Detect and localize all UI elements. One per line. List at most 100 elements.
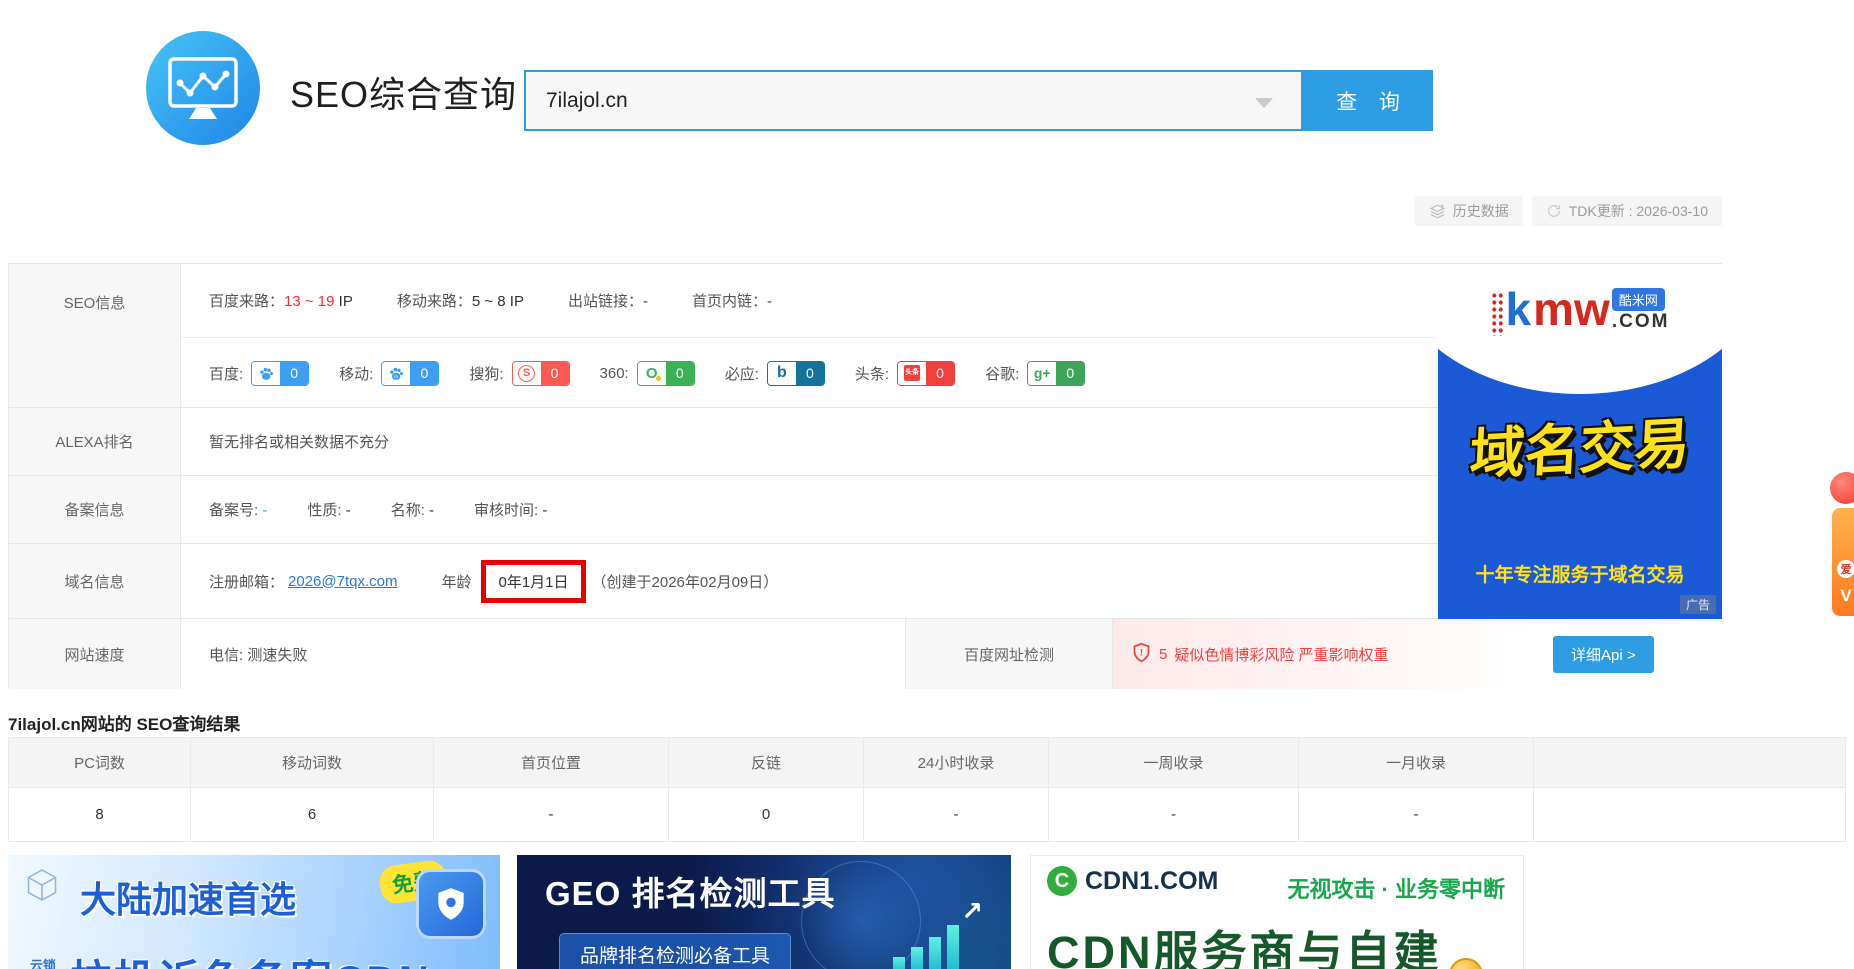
- engine-toutiao: 头条: 头条 0: [855, 361, 955, 386]
- toolbar: 历史数据 TDK更新 : 2026-03-10: [8, 196, 1722, 226]
- val-backlinks: 0: [669, 788, 864, 841]
- 360-index-badge[interactable]: O 0: [637, 361, 695, 386]
- age-label: 年龄: [441, 571, 471, 592]
- risk-count: 5: [1159, 646, 1167, 663]
- baidu-url-check-cell: 百度网址检测: [906, 619, 1113, 689]
- baidu-mobile-index-badge[interactable]: m 0: [381, 361, 439, 386]
- email-label: 注册邮箱：: [209, 571, 284, 592]
- history-data-button[interactable]: 历史数据: [1415, 196, 1523, 226]
- search-box: [524, 70, 1303, 131]
- col-mobile-words: 移动词数: [191, 738, 434, 787]
- icp-row: 备案号: - 性质: - 名称: - 审核时间: -: [181, 476, 1438, 544]
- search-input[interactable]: [526, 72, 1301, 129]
- results-header-row: PC词数 移动词数 首页位置 反链 24小时收录 一周收录 一月收录: [9, 738, 1845, 788]
- geo-rank-tool-banner[interactable]: GEO 排名检测工具 品牌排名检测必备工具 ↗: [517, 855, 1011, 969]
- ad-tagline: 十年专注服务于域名交易: [1438, 560, 1722, 587]
- floater-body: 爱 V: [1832, 508, 1854, 616]
- layers-icon: [1429, 203, 1446, 220]
- registrant-email-link[interactable]: 2026@7tqx.com: [288, 573, 397, 590]
- col-pc-words: PC词数: [9, 738, 191, 787]
- engine-google: 谷歌: g+ 0: [985, 361, 1085, 386]
- toutiao-icon: 头条: [898, 362, 926, 385]
- baidu-index-badge[interactable]: 0: [251, 361, 309, 386]
- 360-icon: O: [638, 362, 666, 385]
- engine-index-line: 百度: 0 移动: m 0: [181, 338, 1438, 408]
- val-24h-index: -: [864, 788, 1049, 841]
- engine-baidu-mobile: 移动: m 0: [339, 361, 439, 386]
- floater-badge: 爱: [1837, 560, 1854, 578]
- col-backlinks: 反链: [669, 738, 864, 787]
- kmw-dots-decoration: [1491, 292, 1504, 336]
- svg-text:m: m: [394, 375, 398, 380]
- promo-floater[interactable]: 爱 V: [1824, 472, 1854, 616]
- icp-review-time: 审核时间: -: [474, 499, 547, 520]
- bing-icon: b: [768, 362, 796, 385]
- results-heading: 7ilajol.cn网站的 SEO查询结果: [8, 710, 240, 735]
- header-filler: [1534, 738, 1845, 787]
- seo-info-row: 百度来路：13 ~ 19 IP 移动来路：5 ~ 8 IP 出站链接：- 首页内…: [181, 264, 1438, 408]
- domain-row: 注册邮箱： 2026@7tqx.com 年龄 0年1月1日 （创建于2026年0…: [181, 544, 1438, 619]
- baidu-mobile-paw-icon: m: [382, 362, 410, 385]
- seo-query-page: SEO综合查询 查 询 历史数据 TDK更新 : 2026-03-10: [0, 0, 1854, 969]
- val-month-index: -: [1299, 788, 1534, 841]
- coin-decoration: [1449, 958, 1483, 969]
- engine-360: 360: O 0: [600, 361, 695, 386]
- shield-warning-icon: !: [1131, 642, 1152, 667]
- domain-age-highlight: 0年1月1日: [481, 560, 585, 603]
- col-month-index: 一月收录: [1299, 738, 1534, 787]
- shield-badge-icon: [416, 869, 486, 939]
- ad-headline: 域名交易: [1438, 396, 1722, 491]
- row-label-speed: 网站速度: [9, 619, 181, 689]
- value-filler: [1534, 788, 1845, 841]
- val-pc-words: 8: [9, 788, 191, 841]
- app-logo-icon: [145, 30, 261, 146]
- svg-text:!: !: [1140, 647, 1143, 658]
- baidu-traffic: 百度来路：13 ~ 19 IP: [209, 290, 353, 311]
- sogou-index-badge[interactable]: S 0: [512, 361, 570, 386]
- icp-number: 备案号: -: [209, 499, 267, 520]
- results-value-row: 8 6 - 0 - - -: [9, 788, 1845, 841]
- google-plus-icon: g+: [1028, 362, 1056, 385]
- alexa-status-text: 暂无排名或相关数据不充分: [209, 431, 389, 452]
- sogou-icon: S: [513, 362, 541, 385]
- traffic-line: 百度来路：13 ~ 19 IP 移动来路：5 ~ 8 IP 出站链接：- 首页内…: [181, 264, 1438, 338]
- outbound-links: 出站链接：-: [568, 290, 648, 311]
- col-week-index: 一周收录: [1049, 738, 1299, 787]
- cdn1-banner[interactable]: C CDN1.COM 无视攻击 · 业务零中断 CDN服务商与自建: [1030, 855, 1524, 969]
- cdn1-logo: C CDN1.COM: [1047, 866, 1218, 896]
- cdn-accel-banner[interactable]: 云锁 大陆加速首选 免费 拉投诉免备案CDN: [8, 855, 500, 969]
- banner-brand: 云锁: [30, 955, 56, 969]
- query-button[interactable]: 查 询: [1303, 70, 1433, 131]
- val-mobile-words: 6: [191, 788, 434, 841]
- baidu-paw-icon: [252, 362, 280, 385]
- detail-api-button[interactable]: 详细Api >: [1553, 636, 1654, 673]
- risk-text: 疑似色情博彩风险 严重影响权重: [1174, 644, 1388, 665]
- engine-sogou: 搜狗: S 0: [469, 361, 569, 386]
- refresh-icon: [1546, 203, 1562, 219]
- icp-nature: 性质: -: [307, 499, 350, 520]
- seo-summary-table: SEO信息 ALEXA排名 备案信息 域名信息 网站速度 百度来路：13 ~ 1…: [8, 263, 1722, 688]
- trend-arrow-icon: ↗: [961, 896, 983, 927]
- row-label-icp: 备案信息: [9, 476, 181, 544]
- homepage-inlinks: 首页内链：-: [692, 290, 772, 311]
- risk-warning: ! 5 疑似色情博彩风险 严重影响权重: [1113, 619, 1531, 689]
- row-label-alexa: ALEXA排名: [9, 408, 181, 476]
- col-24h-index: 24小时收录: [864, 738, 1049, 787]
- ad-label-tag: 广告: [1680, 595, 1716, 614]
- floater-dot-icon: [1830, 472, 1854, 504]
- row-label-domain: 域名信息: [9, 544, 181, 619]
- val-week-index: -: [1049, 788, 1299, 841]
- chevron-down-icon[interactable]: [1255, 98, 1273, 108]
- col-home-position: 首页位置: [434, 738, 669, 787]
- kmw-logo: k mw 酷米网 .COM: [1438, 286, 1722, 336]
- results-table: PC词数 移动词数 首页位置 反链 24小时收录 一周收录 一月收录 8 6 -…: [8, 737, 1846, 842]
- toutiao-index-badge[interactable]: 头条 0: [897, 361, 955, 386]
- kmw-cn-badge: 酷米网: [1612, 288, 1665, 311]
- google-index-badge[interactable]: g+ 0: [1027, 361, 1085, 386]
- alexa-row: 暂无排名或相关数据不充分: [181, 408, 1438, 476]
- cdn1-c-icon: C: [1047, 866, 1077, 896]
- cube-icon: [24, 867, 60, 908]
- bing-index-badge[interactable]: b 0: [767, 361, 825, 386]
- kmw-domain-ad[interactable]: k mw 酷米网 .COM 域名交易 十年专注服务于域名交易 广告: [1438, 264, 1722, 619]
- tdk-update-button[interactable]: TDK更新 : 2026-03-10: [1532, 196, 1722, 226]
